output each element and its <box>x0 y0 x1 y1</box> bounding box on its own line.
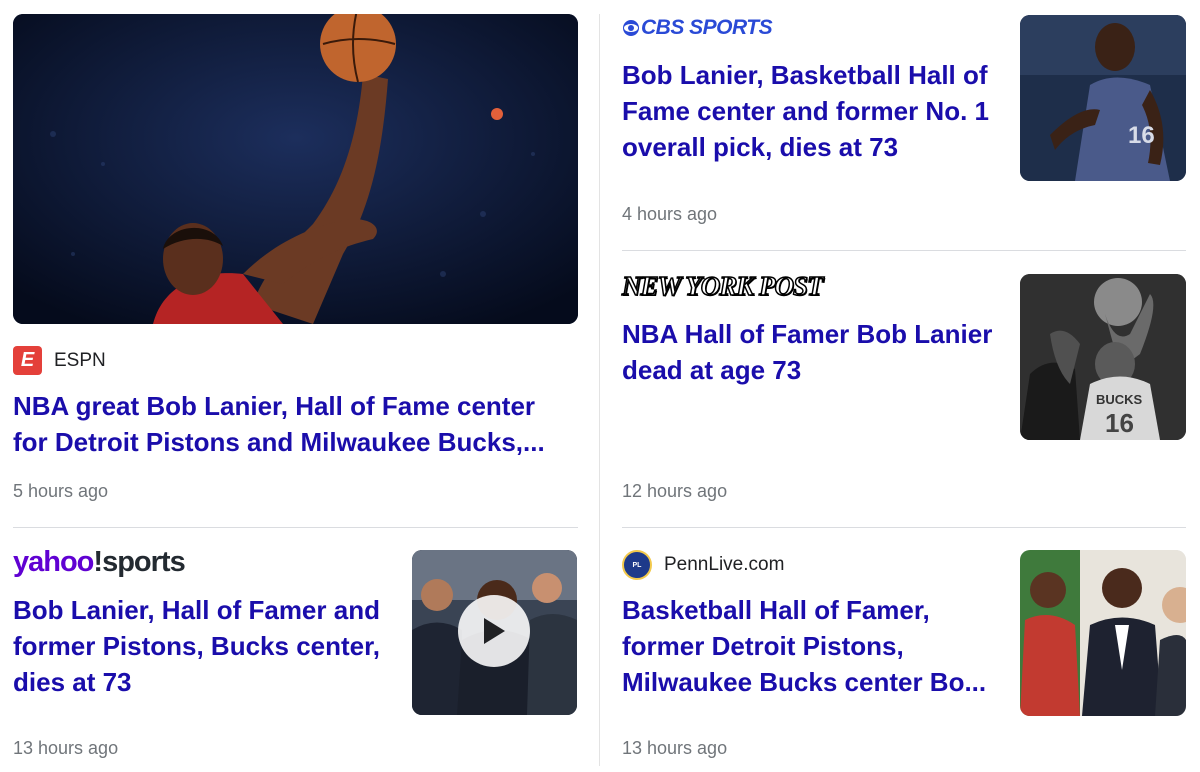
article-thumbnail[interactable]: BUCKS 16 <box>1020 274 1186 440</box>
column-divider <box>599 14 600 766</box>
article-headline[interactable]: Bob Lanier, Hall of Famer and former Pis… <box>13 592 398 700</box>
svg-text:16: 16 <box>1105 408 1134 438</box>
espn-logo-icon: E <box>13 346 42 375</box>
pistons-16-photo: 16 <box>1020 15 1186 181</box>
svg-text:16: 16 <box>1128 122 1155 149</box>
article-time: 13 hours ago <box>13 738 119 758</box>
news-card-yahoo-sports[interactable]: yahoo!sports Bob Lanier, Hall of Famer a… <box>13 528 578 772</box>
article-time: 13 hours ago <box>622 738 728 758</box>
yahoo-sports-logo: yahoo!sports <box>13 546 186 578</box>
news-card-new-york-post[interactable]: NEW YORK POST NBA Hall of Famer Bob Lani… <box>621 251 1186 527</box>
pennlive-logo-icon: PL <box>622 550 652 580</box>
article-headline[interactable]: NBA great Bob Lanier, Hall of Fame cente… <box>13 388 573 460</box>
article-source: E ESPN <box>13 346 106 375</box>
article-thumbnail[interactable] <box>1020 550 1186 716</box>
group-photo <box>1020 550 1186 716</box>
article-headline[interactable]: Basketball Hall of Famer, former Detroit… <box>622 592 1000 700</box>
new-york-post-logo: NEW YORK POST <box>621 270 824 302</box>
cbs-sports-logo: CBS SPORTS <box>622 16 773 40</box>
article-source: PL PennLive.com <box>622 550 784 580</box>
news-card-cbs-sports[interactable]: CBS SPORTS Bob Lanier, Basketball Hall o… <box>622 0 1186 250</box>
play-icon <box>484 618 505 644</box>
news-card-espn[interactable]: E ESPN NBA great Bob Lanier, Hall of Fam… <box>13 0 578 520</box>
play-button[interactable] <box>458 595 530 667</box>
svg-text:BUCKS: BUCKS <box>1096 392 1143 407</box>
article-hero-image[interactable] <box>13 14 578 324</box>
article-time: 4 hours ago <box>622 204 718 224</box>
article-time: 5 hours ago <box>13 481 109 501</box>
player-shooting-photo <box>13 14 578 324</box>
article-headline[interactable]: Bob Lanier, Basketball Hall of Fame cent… <box>622 57 997 165</box>
video-thumbnail[interactable] <box>412 550 577 715</box>
source-name: ESPN <box>54 349 106 371</box>
news-card-pennlive[interactable]: PL PennLive.com Basketball Hall of Famer… <box>622 528 1186 772</box>
article-thumbnail[interactable]: 16 <box>1020 15 1186 181</box>
article-headline[interactable]: NBA Hall of Famer Bob Lanier dead at age… <box>622 316 997 388</box>
article-time: 12 hours ago <box>622 481 728 501</box>
cbs-eye-icon <box>623 20 639 36</box>
source-name: PennLive.com <box>664 554 785 575</box>
bucks-16-bw-photo: BUCKS 16 <box>1020 274 1186 440</box>
